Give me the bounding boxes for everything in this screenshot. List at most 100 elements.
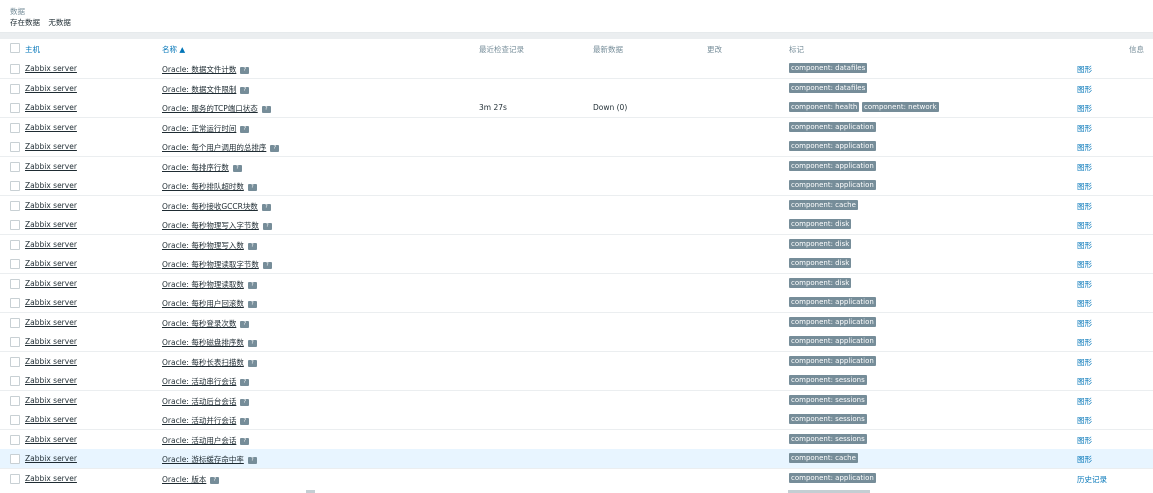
- row-host-link[interactable]: Zabbix server: [25, 337, 77, 346]
- description-icon[interactable]: ?: [240, 418, 250, 425]
- row-graph-link[interactable]: 图形: [1077, 259, 1092, 270]
- row-host-link[interactable]: Zabbix server: [25, 84, 77, 93]
- description-icon[interactable]: ?: [261, 106, 271, 113]
- row-tag[interactable]: component: application: [789, 297, 876, 307]
- row-history-link[interactable]: 历史记录: [1077, 474, 1107, 485]
- description-icon[interactable]: ?: [247, 242, 257, 250]
- header-host[interactable]: 主机: [25, 44, 40, 55]
- row-tag[interactable]: component: application: [789, 472, 876, 483]
- description-icon[interactable]: ?: [247, 340, 257, 347]
- row-item-name-link[interactable]: Oracle: 每秒物理写入字节数: [162, 221, 259, 230]
- row-checkbox[interactable]: [10, 259, 20, 269]
- row-graph-link[interactable]: 图形: [1077, 357, 1092, 368]
- row-checkbox[interactable]: [10, 142, 20, 152]
- row-graph-link[interactable]: 图形: [1077, 123, 1092, 134]
- row-host-link[interactable]: Zabbix server: [25, 435, 77, 444]
- row-item-name-link[interactable]: Oracle: 版本: [162, 475, 206, 484]
- row-host-link[interactable]: Zabbix server: [25, 454, 77, 463]
- row-host-link[interactable]: Zabbix server: [25, 162, 77, 171]
- row-tag[interactable]: component: network: [862, 102, 939, 112]
- row-checkbox[interactable]: [10, 220, 20, 230]
- description-icon[interactable]: ?: [247, 281, 257, 289]
- row-tag[interactable]: component: disk: [789, 238, 852, 249]
- description-icon[interactable]: ?: [240, 437, 250, 445]
- row-host-link[interactable]: Zabbix server: [25, 474, 77, 483]
- row-tag[interactable]: component: application: [789, 336, 876, 346]
- row-tag[interactable]: component: cache: [789, 453, 858, 463]
- row-host-link[interactable]: Zabbix server: [25, 123, 77, 132]
- row-host-link[interactable]: Zabbix server: [25, 298, 77, 307]
- row-checkbox[interactable]: [10, 64, 20, 74]
- row-tag[interactable]: component: datafiles: [789, 63, 868, 73]
- row-item-name-link[interactable]: Oracle: 数据文件计数: [162, 65, 236, 74]
- row-host-link[interactable]: Zabbix server: [25, 181, 77, 190]
- row-host-link[interactable]: Zabbix server: [25, 415, 77, 424]
- row-item-name-link[interactable]: Oracle: 每个用户调用的总排序: [162, 143, 266, 152]
- row-tag[interactable]: component: disk: [789, 219, 852, 229]
- row-tag[interactable]: component: application: [789, 121, 876, 132]
- description-icon[interactable]: ?: [210, 476, 220, 484]
- row-graph-link[interactable]: 图形: [1077, 162, 1092, 173]
- row-graph-link[interactable]: 图形: [1077, 240, 1092, 251]
- row-host-link[interactable]: Zabbix server: [25, 64, 77, 73]
- row-item-name-link[interactable]: Oracle: 每秒长表扫描数: [162, 358, 244, 367]
- filter-option-with-data[interactable]: 存在数据: [10, 18, 40, 27]
- row-item-name-link[interactable]: Oracle: 数据文件限制: [162, 85, 236, 94]
- row-graph-link[interactable]: 图形: [1077, 376, 1092, 387]
- description-icon[interactable]: ?: [240, 398, 250, 406]
- description-icon[interactable]: ?: [262, 262, 272, 269]
- row-host-link[interactable]: Zabbix server: [25, 142, 77, 151]
- row-item-name-link[interactable]: Oracle: 游标缓存命中率: [162, 455, 244, 464]
- row-tag[interactable]: component: sessions: [789, 414, 867, 424]
- row-graph-link[interactable]: 图形: [1077, 103, 1092, 114]
- description-icon[interactable]: ?: [270, 145, 280, 152]
- row-tag[interactable]: component: application: [789, 355, 876, 366]
- row-checkbox[interactable]: [10, 317, 20, 328]
- description-icon[interactable]: ?: [247, 457, 257, 464]
- row-host-link[interactable]: Zabbix server: [25, 279, 77, 288]
- description-icon[interactable]: ?: [247, 301, 257, 308]
- row-graph-link[interactable]: 图形: [1077, 64, 1092, 75]
- row-checkbox[interactable]: [10, 454, 20, 464]
- row-item-name-link[interactable]: Oracle: 活动串行会话: [162, 377, 236, 386]
- row-checkbox[interactable]: [10, 376, 20, 386]
- description-icon[interactable]: ?: [232, 164, 242, 172]
- row-checkbox[interactable]: [10, 415, 20, 425]
- row-checkbox[interactable]: [10, 181, 20, 191]
- row-host-link[interactable]: Zabbix server: [25, 259, 77, 268]
- row-graph-link[interactable]: 图形: [1077, 396, 1092, 407]
- row-tag[interactable]: component: sessions: [789, 375, 867, 385]
- row-graph-link[interactable]: 图形: [1077, 298, 1092, 309]
- row-tag[interactable]: component: disk: [789, 277, 852, 288]
- row-item-name-link[interactable]: Oracle: 每秒磁盘排序数: [162, 338, 244, 347]
- row-tag[interactable]: component: application: [789, 141, 876, 151]
- filter-option-without-data[interactable]: 无数据: [48, 18, 71, 27]
- row-item-name-link[interactable]: Oracle: 活动后台会话: [162, 397, 236, 406]
- row-host-link[interactable]: Zabbix server: [25, 318, 77, 327]
- description-icon[interactable]: ?: [240, 125, 250, 133]
- header-name[interactable]: 名称 ▲: [162, 44, 185, 55]
- row-item-name-link[interactable]: Oracle: 活动并行会话: [162, 416, 236, 425]
- row-checkbox[interactable]: [10, 356, 20, 367]
- row-graph-link[interactable]: 图形: [1077, 84, 1092, 95]
- row-checkbox[interactable]: [10, 161, 20, 172]
- row-host-link[interactable]: Zabbix server: [25, 376, 77, 385]
- row-checkbox[interactable]: [10, 337, 20, 347]
- row-graph-link[interactable]: 图形: [1077, 181, 1092, 192]
- row-item-name-link[interactable]: Oracle: 每秒排队超时数: [162, 182, 244, 191]
- row-checkbox[interactable]: [10, 200, 20, 211]
- select-all-checkbox[interactable]: [10, 43, 20, 53]
- row-checkbox[interactable]: [10, 473, 20, 484]
- row-graph-link[interactable]: 图形: [1077, 318, 1092, 329]
- description-icon[interactable]: ?: [240, 379, 250, 386]
- row-item-name-link[interactable]: Oracle: 每秒登录次数: [162, 319, 236, 328]
- row-checkbox[interactable]: [10, 395, 20, 406]
- row-item-name-link[interactable]: Oracle: 活动用户会话: [162, 436, 236, 445]
- row-item-name-link[interactable]: Oracle: 每秒物理读取数: [162, 280, 244, 289]
- row-graph-link[interactable]: 图形: [1077, 435, 1092, 446]
- row-tag[interactable]: component: health: [789, 102, 860, 112]
- row-graph-link[interactable]: 图形: [1077, 454, 1092, 465]
- row-host-link[interactable]: Zabbix server: [25, 240, 77, 249]
- row-checkbox[interactable]: [10, 122, 20, 133]
- row-tag[interactable]: component: cache: [789, 199, 858, 210]
